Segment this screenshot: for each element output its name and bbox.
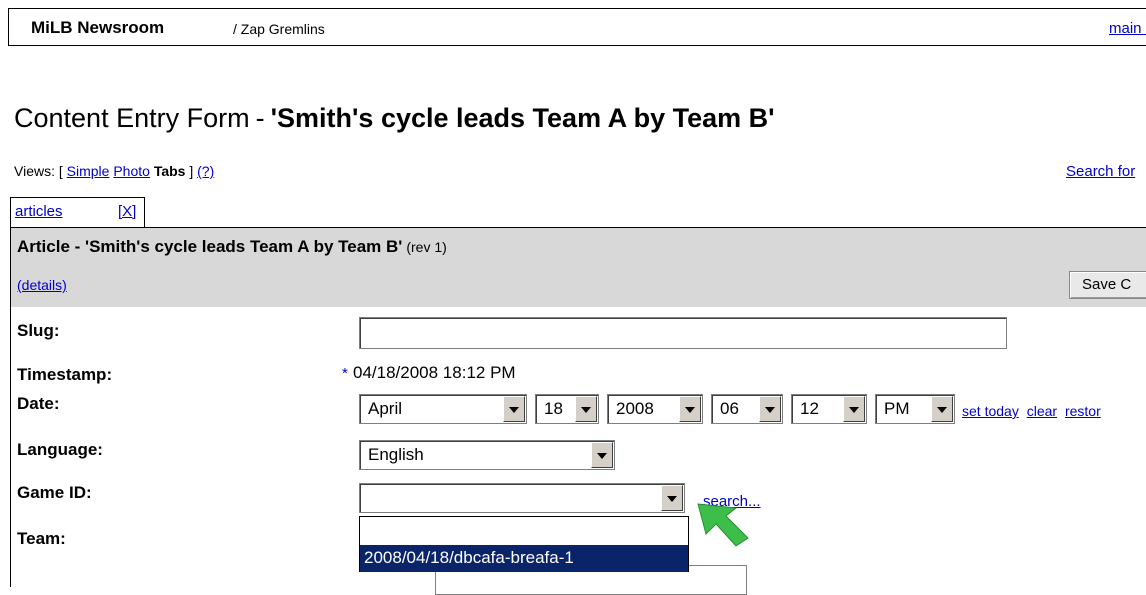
date-minute-select[interactable]: 12: [791, 394, 867, 424]
view-tabs-current: Tabs: [153, 163, 186, 179]
page-title-prefix: Content Entry Form: [14, 103, 250, 133]
game-id-select[interactable]: [359, 483, 685, 513]
details-link[interactable]: (details): [17, 277, 67, 293]
timestamp-required-marker: *: [342, 365, 348, 382]
language-label: Language:: [17, 440, 103, 459]
date-hour-select[interactable]: 06: [711, 394, 783, 424]
date-ampm-value: PM: [884, 399, 910, 418]
view-photo-link[interactable]: Photo: [113, 163, 150, 179]
chevron-down-icon[interactable]: [591, 442, 613, 468]
tab-close-link[interactable]: [X]: [118, 203, 136, 220]
views-label: Views: [: [14, 163, 63, 179]
save-button[interactable]: Save C: [1069, 271, 1146, 299]
views-bar: Views: [ Simple Photo Tabs ] (?): [14, 163, 214, 179]
team-label: Team:: [17, 529, 66, 548]
date-minute-value: 12: [800, 399, 819, 418]
date-hour-value: 06: [720, 399, 739, 418]
game-id-dropdown-list[interactable]: 2008/04/18/dbcafa-breafa-1: [359, 516, 689, 572]
timestamp-label: Timestamp:: [17, 365, 113, 384]
tab-articles[interactable]: articles [X]: [10, 197, 145, 227]
date-year-select[interactable]: 2008: [607, 394, 703, 424]
date-ampm-select[interactable]: PM: [875, 394, 955, 424]
article-title-prefix: Article -: [17, 237, 86, 256]
top-bar: MiLB Newsroom / Zap Gremlins main m: [8, 8, 1146, 46]
tab-articles-label[interactable]: articles: [15, 203, 63, 220]
chevron-down-icon[interactable]: [679, 396, 701, 422]
search-for-link[interactable]: Search for: [1066, 163, 1135, 180]
main-menu-link[interactable]: main m: [1109, 20, 1146, 37]
date-day-select[interactable]: 18: [535, 394, 599, 424]
restore-date-link[interactable]: restor: [1065, 403, 1101, 419]
chevron-down-icon[interactable]: [503, 396, 525, 422]
date-actions: set today clear restor: [962, 403, 1105, 419]
view-simple-link[interactable]: Simple: [67, 163, 110, 179]
date-label: Date:: [17, 394, 60, 413]
brand-title: MiLB Newsroom: [31, 18, 165, 37]
date-month-select[interactable]: April: [359, 394, 527, 424]
date-month-value: April: [368, 399, 403, 418]
chevron-down-icon[interactable]: [759, 396, 781, 422]
chevron-down-icon[interactable]: [575, 396, 597, 422]
date-day-value: 18: [544, 399, 563, 418]
slug-input[interactable]: [359, 317, 1007, 349]
article-title-text: 'Smith's cycle leads Team A by Team B': [85, 237, 403, 256]
views-help-link[interactable]: (?): [197, 163, 214, 179]
slug-label: Slug:: [17, 321, 60, 340]
article-title: Article - 'Smith's cycle leads Team A by…: [17, 237, 447, 257]
views-close-bracket: ]: [189, 163, 194, 179]
date-year-value: 2008: [616, 399, 654, 418]
breadcrumb: / Zap Gremlins: [233, 21, 325, 37]
language-select[interactable]: English: [359, 440, 615, 470]
set-today-link[interactable]: set today: [962, 403, 1019, 419]
chevron-down-icon[interactable]: [843, 396, 865, 422]
language-value: English: [368, 445, 424, 464]
article-header-panel: Article - 'Smith's cycle leads Team A by…: [10, 227, 1146, 307]
chevron-down-icon[interactable]: [931, 396, 953, 422]
timestamp-value: 04/18/2008 18:12 PM: [353, 363, 516, 382]
article-revision: (rev 1): [406, 239, 447, 255]
dropdown-option-highlighted[interactable]: 2008/04/18/dbcafa-breafa-1: [360, 545, 688, 572]
pointer-arrow-icon: [697, 503, 749, 547]
clear-date-link[interactable]: clear: [1027, 403, 1057, 419]
page-title-article: 'Smith's cycle leads Team A by Team B': [270, 103, 775, 133]
dropdown-option-empty[interactable]: [360, 517, 688, 543]
game-id-label: Game ID:: [17, 483, 92, 502]
page-title: Content Entry Form - 'Smith's cycle leads …: [14, 103, 775, 134]
chevron-down-icon[interactable]: [661, 485, 683, 511]
content-form: Slug: Timestamp: * 04/18/2008 18:12 PM D…: [10, 307, 1146, 595]
page-title-dash: -: [255, 103, 265, 133]
